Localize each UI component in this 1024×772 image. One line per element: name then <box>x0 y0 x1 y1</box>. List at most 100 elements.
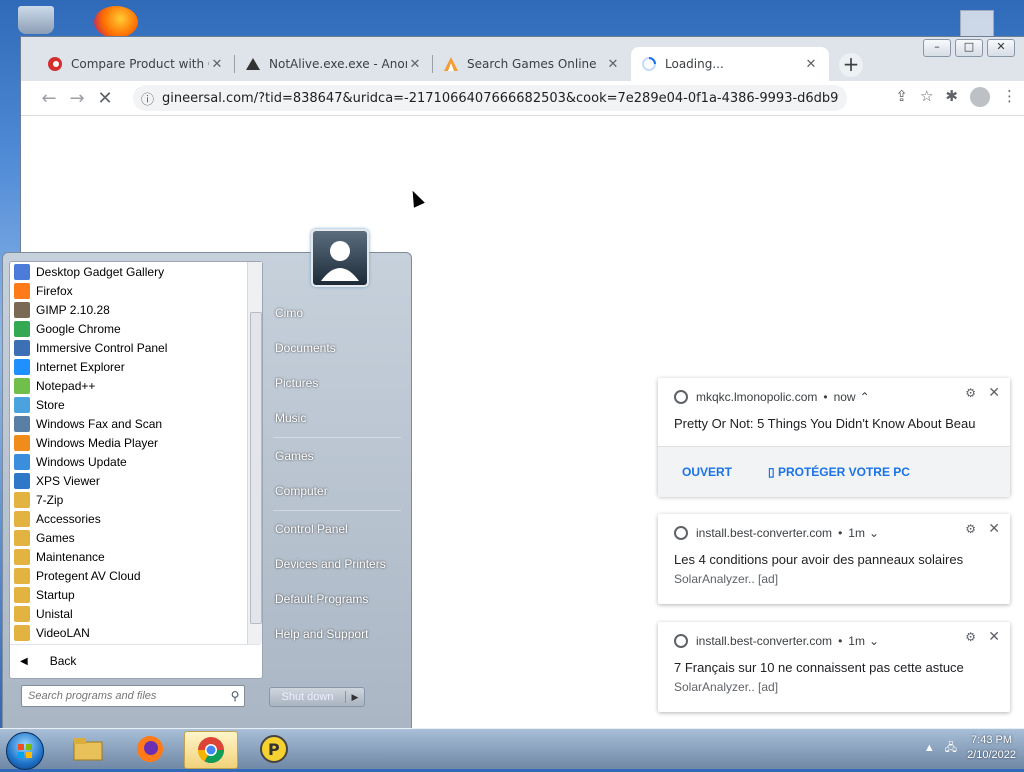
extensions-puzzle-icon[interactable]: ✱ <box>945 87 958 107</box>
bookmark-star-icon[interactable]: ☆ <box>920 87 933 107</box>
chevron-up-icon[interactable]: ⌃ <box>860 390 870 404</box>
share-icon[interactable]: ⇪ <box>895 87 908 107</box>
close-icon[interactable]: ✕ <box>988 384 1000 401</box>
notification-2[interactable]: install.best-converter.com • 1m ⌄ ⚙ ✕ Le… <box>658 514 1010 604</box>
taskbar: P ▲ 🖧 7:43 PM 2/10/2022 <box>0 728 1024 770</box>
recycle-bin-icon[interactable] <box>18 6 54 34</box>
program-item[interactable]: Internet Explorer <box>10 357 246 376</box>
windows-logo-icon <box>18 744 32 758</box>
notification-time: 1m <box>848 526 865 540</box>
notification-subtitle: SolarAnalyzer.. [ad] <box>674 572 779 586</box>
notification-1[interactable]: mkqkc.lmonopolic.com • now ⌃ ⚙ ✕ Pretty … <box>658 378 1010 497</box>
program-item[interactable]: Notepad++ <box>10 376 246 395</box>
chevron-down-icon[interactable]: ⌄ <box>869 526 879 540</box>
close-icon[interactable]: ✕ <box>605 57 621 72</box>
program-item[interactable]: 7-Zip <box>10 490 246 509</box>
network-icon[interactable]: 🖧 <box>945 739 957 758</box>
taskbar-explorer[interactable] <box>62 731 114 767</box>
gear-icon[interactable]: ⚙ <box>965 630 976 644</box>
restore-button[interactable]: □ <box>955 39 983 57</box>
gear-icon[interactable]: ⚙ <box>965 522 976 536</box>
program-item[interactable]: Firefox <box>10 281 246 300</box>
program-item[interactable]: Immersive Control Panel <box>10 338 246 357</box>
gear-icon[interactable]: ⚙ <box>965 386 976 400</box>
start-search-box[interactable]: ⚲ <box>21 685 245 707</box>
shutdown-button[interactable]: Shut down ▶ <box>269 687 365 707</box>
program-item[interactable]: Desktop Gadget Gallery <box>10 262 246 281</box>
minimize-button[interactable]: – <box>923 39 951 57</box>
protect-pc-button[interactable]: ▯ PROTÉGER VOTRE PC <box>768 465 910 479</box>
separator <box>273 510 401 511</box>
start-item-help-support[interactable]: Help and Support <box>275 627 368 641</box>
program-item[interactable]: Maintenance <box>10 547 246 566</box>
profile-avatar-icon[interactable] <box>970 87 990 107</box>
program-item[interactable]: Games <box>10 528 246 547</box>
program-item[interactable]: GIMP 2.10.28 <box>10 300 246 319</box>
program-item[interactable]: Store <box>10 395 246 414</box>
start-item-computer[interactable]: Computer <box>275 484 328 498</box>
close-window-button[interactable]: ✕ <box>987 39 1015 57</box>
program-label: 7-Zip <box>36 492 64 507</box>
notification-header: install.best-converter.com • 1m ⌄ <box>674 634 879 648</box>
clock[interactable]: 7:43 PM 2/10/2022 <box>967 733 1016 763</box>
chrome-icon <box>197 737 225 764</box>
program-item[interactable]: XPS Viewer <box>10 471 246 490</box>
start-item-devices-printers[interactable]: Devices and Printers <box>275 557 386 571</box>
start-item-documents[interactable]: Documents <box>275 341 336 355</box>
scrollbar-thumb[interactable] <box>250 312 262 624</box>
program-item[interactable]: Unistal <box>10 604 246 623</box>
shutdown-options-arrow-icon[interactable]: ▶ <box>346 692 364 703</box>
program-item[interactable]: Startup <box>10 585 246 604</box>
taskbar-app-p[interactable]: P <box>248 731 300 767</box>
program-item[interactable]: Accessories <box>10 509 246 528</box>
taskbar-firefox[interactable] <box>124 731 176 767</box>
info-icon[interactable]: ⓘ <box>141 89 154 108</box>
program-item[interactable]: Windows Media Player <box>10 433 246 452</box>
program-item[interactable]: VideoLAN <box>10 623 246 642</box>
start-item-control-panel[interactable]: Control Panel <box>275 522 348 536</box>
clock-time: 7:43 PM <box>971 734 1013 746</box>
start-item-music[interactable]: Music <box>275 411 306 425</box>
address-bar[interactable]: ⓘ gineersal.com/?tid=838647&uridca=-2171… <box>133 85 847 111</box>
program-item[interactable]: Windows Fax and Scan <box>10 414 246 433</box>
program-label: GIMP 2.10.28 <box>36 302 110 317</box>
close-icon[interactable]: ✕ <box>407 57 423 72</box>
stop-loading-icon[interactable]: ✕ <box>91 88 119 109</box>
program-item[interactable]: Protegent AV Cloud <box>10 566 246 585</box>
close-icon[interactable]: ✕ <box>988 628 1000 645</box>
program-item[interactable]: Google Chrome <box>10 319 246 338</box>
separator <box>273 437 401 438</box>
new-tab-button[interactable]: + <box>839 53 863 77</box>
back-arrow-icon[interactable]: ← <box>35 88 63 109</box>
p-app-icon: P <box>260 735 288 763</box>
program-item[interactable]: Windows Update <box>10 452 246 471</box>
user-picture[interactable] <box>311 229 369 287</box>
close-icon[interactable]: ✕ <box>209 57 225 72</box>
url-text[interactable]: gineersal.com/?tid=838647&uridca=-217106… <box>162 91 839 106</box>
close-icon[interactable]: ✕ <box>988 520 1000 537</box>
search-input[interactable] <box>22 689 226 703</box>
shutdown-label[interactable]: Shut down <box>270 691 346 703</box>
back-button[interactable]: ◀ Back <box>10 644 260 677</box>
tab-loading[interactable]: Loading... ✕ <box>631 47 829 81</box>
notification-3[interactable]: install.best-converter.com • 1m ⌄ ⚙ ✕ 7 … <box>658 622 1010 712</box>
program-label: Windows Fax and Scan <box>36 416 163 431</box>
start-item-pictures[interactable]: Pictures <box>275 376 318 390</box>
close-icon[interactable]: ✕ <box>803 57 819 72</box>
start-button[interactable] <box>6 732 44 770</box>
tray-expand-icon[interactable]: ▲ <box>924 742 935 754</box>
search-icon[interactable]: ⚲ <box>226 689 244 703</box>
tab-notalive[interactable]: NotAlive.exe.exe - AnonF ✕ <box>235 47 433 81</box>
open-button[interactable]: OUVERT <box>682 465 732 479</box>
firefox-desktop-icon[interactable] <box>94 6 138 38</box>
start-item-user[interactable]: Cimo <box>275 306 303 320</box>
program-list-scrollbar[interactable] <box>247 262 262 644</box>
start-item-games[interactable]: Games <box>275 449 314 463</box>
taskbar-chrome[interactable] <box>184 731 238 769</box>
forward-arrow-icon[interactable]: → <box>63 88 91 109</box>
more-menu-icon[interactable]: ⋮ <box>1002 87 1017 107</box>
start-item-default-programs[interactable]: Default Programs <box>275 592 368 606</box>
tab-search-games[interactable]: Search Games Online ✕ <box>433 47 631 81</box>
chevron-down-icon[interactable]: ⌄ <box>869 634 879 648</box>
tab-compare-product[interactable]: Compare Product with C ✕ <box>37 47 235 81</box>
